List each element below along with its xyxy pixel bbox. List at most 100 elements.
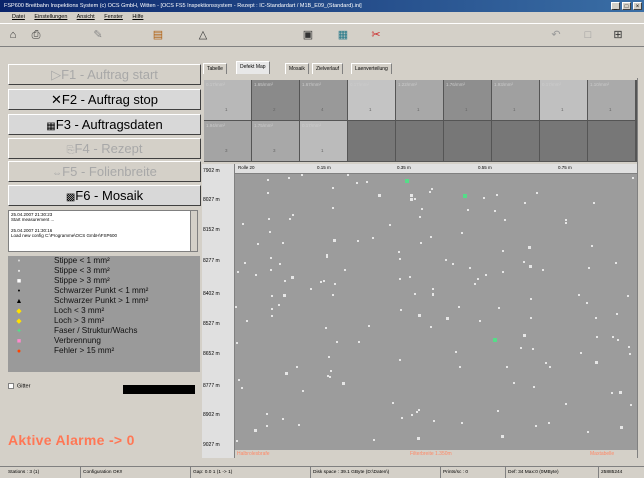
mosaic-cell[interactable]: 1.94/mm² 3 bbox=[204, 121, 251, 161]
y-tick-label: 8277 m bbox=[203, 258, 220, 264]
home-icon[interactable]: ⌂ bbox=[5, 28, 21, 43]
defect-point bbox=[418, 409, 420, 411]
footer-center-label: Filterbreite 1.350m bbox=[410, 451, 452, 457]
defect-point bbox=[431, 188, 433, 190]
defect-point bbox=[477, 278, 479, 280]
mosaic-cell-value: 1.22/mm² bbox=[398, 82, 418, 87]
tab-defekt-map[interactable]: Defekt Map bbox=[236, 61, 270, 74]
defect-point bbox=[328, 356, 330, 358]
close-button[interactable]: × bbox=[633, 2, 642, 10]
defect-point bbox=[420, 242, 422, 244]
view-tabs: Tabelle Defekt Map Mosaik Zielverlauf La… bbox=[203, 60, 623, 74]
maximize-button[interactable]: □ bbox=[622, 2, 631, 10]
menu-hilfe[interactable]: Hilfe bbox=[132, 14, 143, 20]
tab-laenverteilung[interactable]: Laenverteilung bbox=[351, 63, 392, 74]
menu-datei[interactable]: Datei bbox=[12, 14, 25, 20]
title-bar: FSP600 Breitbahn Inspektions System (c) … bbox=[0, 0, 644, 12]
defect-point bbox=[310, 288, 312, 290]
x-tick-label: 0.55 m bbox=[478, 165, 492, 170]
bell-icon[interactable]: △ bbox=[195, 28, 211, 43]
toolbar: ⌂ ⎙ ✎ ▤ △ ▣ ▦ ✂ ↶ □ ⊞ bbox=[0, 23, 644, 47]
window-icon[interactable]: □ bbox=[580, 28, 596, 43]
legend-item: ◆ Loch < 3 mm² bbox=[14, 306, 104, 316]
defect-point bbox=[596, 336, 598, 338]
settings-icon[interactable]: ⊞ bbox=[610, 28, 626, 43]
print-icon[interactable]: ⎙ bbox=[28, 28, 44, 43]
log-scrollbar[interactable] bbox=[190, 211, 197, 251]
mosaic-cell[interactable]: 0.17/mm² 1 bbox=[348, 80, 395, 120]
pen-icon[interactable]: ✎ bbox=[90, 28, 106, 43]
defect-point bbox=[502, 250, 504, 252]
mosaic-cell[interactable]: 0.17/mm² 1 bbox=[204, 80, 251, 120]
mosaic-cell[interactable]: 1.22/mm² 1 bbox=[396, 80, 443, 120]
f4-recipe-button[interactable]: ⎘F4 - Rezept bbox=[8, 138, 201, 159]
y-tick-label: 8152 m bbox=[203, 227, 220, 233]
mosaic-cell[interactable] bbox=[348, 121, 395, 161]
minimize-button[interactable]: _ bbox=[611, 2, 620, 10]
defect-point bbox=[528, 246, 531, 249]
mosaic-cell[interactable]: 0.17/mm² 1 bbox=[540, 80, 587, 120]
f3-data-button[interactable]: ▦F3 - Auftragsdaten bbox=[8, 114, 201, 135]
defect-point bbox=[565, 219, 567, 221]
defect-point bbox=[411, 414, 413, 416]
defect-point bbox=[429, 191, 431, 193]
defect-point bbox=[536, 192, 538, 194]
x-tick-label: 0.35 m bbox=[397, 165, 411, 170]
mosaic-cell[interactable] bbox=[396, 121, 443, 161]
back-icon[interactable]: ↶ bbox=[548, 28, 564, 43]
log-line: Load new config C:\Programme\OCS GmbH\FS… bbox=[11, 233, 118, 239]
status-counter: 25885244 bbox=[598, 467, 622, 478]
mosaic-cell[interactable] bbox=[540, 121, 587, 161]
database-icon[interactable]: ▦ bbox=[335, 28, 351, 43]
mosaic-cell[interactable]: 1.75/mm² 3 bbox=[252, 121, 299, 161]
tab-mosaik[interactable]: Mosaik bbox=[285, 63, 309, 74]
mosaic-cell[interactable]: 0.17/mm² 1 bbox=[300, 121, 347, 161]
f6-mosaic-button[interactable]: ▩F6 - Mosaik bbox=[8, 185, 201, 206]
menu-einstellungen[interactable]: Einstellungen bbox=[34, 14, 67, 20]
cut-icon[interactable]: ✂ bbox=[368, 28, 384, 43]
y-tick-label: 8402 m bbox=[203, 291, 220, 297]
defect-point bbox=[588, 267, 590, 269]
defect-point bbox=[330, 370, 332, 372]
menu-fenster[interactable]: Fenster bbox=[104, 14, 123, 20]
defect-point bbox=[373, 439, 375, 441]
tab-zielverlauf[interactable]: Zielverlauf bbox=[312, 63, 344, 74]
report-icon[interactable]: ▤ bbox=[150, 28, 166, 43]
mosaic-cell[interactable] bbox=[588, 121, 635, 161]
defect-point bbox=[237, 271, 239, 273]
defect-point bbox=[336, 341, 338, 343]
grid-view-icon[interactable]: ▣ bbox=[300, 28, 316, 43]
mosaic-cell[interactable]: 1.93/mm² 1 bbox=[492, 80, 539, 120]
f2-stop-button[interactable]: ✕F2 - Auftrag stop bbox=[8, 89, 201, 110]
play-icon: ▷ bbox=[51, 67, 62, 82]
defect-point bbox=[266, 413, 268, 415]
mosaic-cell[interactable] bbox=[444, 121, 491, 161]
y-tick-label: 8527 m bbox=[203, 321, 220, 327]
defect-point bbox=[399, 258, 401, 260]
log-box[interactable]: 25.04.2007 21:30:23 Start measurement ..… bbox=[8, 210, 198, 252]
mosaic-cell[interactable]: 1.10/mm² 1 bbox=[588, 80, 635, 120]
gitter-checkbox[interactable]: Gitter bbox=[8, 383, 30, 389]
mosaic-cell-value: 0.17/mm² bbox=[302, 123, 322, 128]
vertical-scrollbar[interactable] bbox=[637, 78, 644, 458]
legend-item: ■ Stippe > 3 mm² bbox=[14, 276, 110, 286]
defect-point bbox=[461, 232, 463, 234]
menu-ansicht[interactable]: Ansicht bbox=[77, 14, 95, 20]
defect-point bbox=[326, 256, 328, 258]
mosaic-cell[interactable] bbox=[492, 121, 539, 161]
tab-tabelle[interactable]: Tabelle bbox=[203, 63, 227, 74]
defect-point bbox=[612, 336, 614, 338]
y-tick-label: 8027 m bbox=[203, 197, 220, 203]
defect-point bbox=[332, 187, 334, 189]
f1-start-button[interactable]: ▷F1 - Auftrag start bbox=[8, 64, 201, 85]
defect-point bbox=[430, 236, 432, 238]
defect-point bbox=[333, 239, 336, 242]
defect-point bbox=[587, 431, 589, 433]
defect-point bbox=[461, 422, 463, 424]
mosaic-cell[interactable]: 1.76/mm² 1 bbox=[444, 80, 491, 120]
fiber-defect-point bbox=[405, 179, 409, 183]
defect-map-plot[interactable] bbox=[235, 174, 637, 450]
f5-width-button[interactable]: ⇔F5 - Folienbreite bbox=[8, 161, 201, 182]
mosaic-cell[interactable]: 1.65/mm² 2 bbox=[252, 80, 299, 120]
mosaic-cell[interactable]: 1.67/mm² 4 bbox=[300, 80, 347, 120]
